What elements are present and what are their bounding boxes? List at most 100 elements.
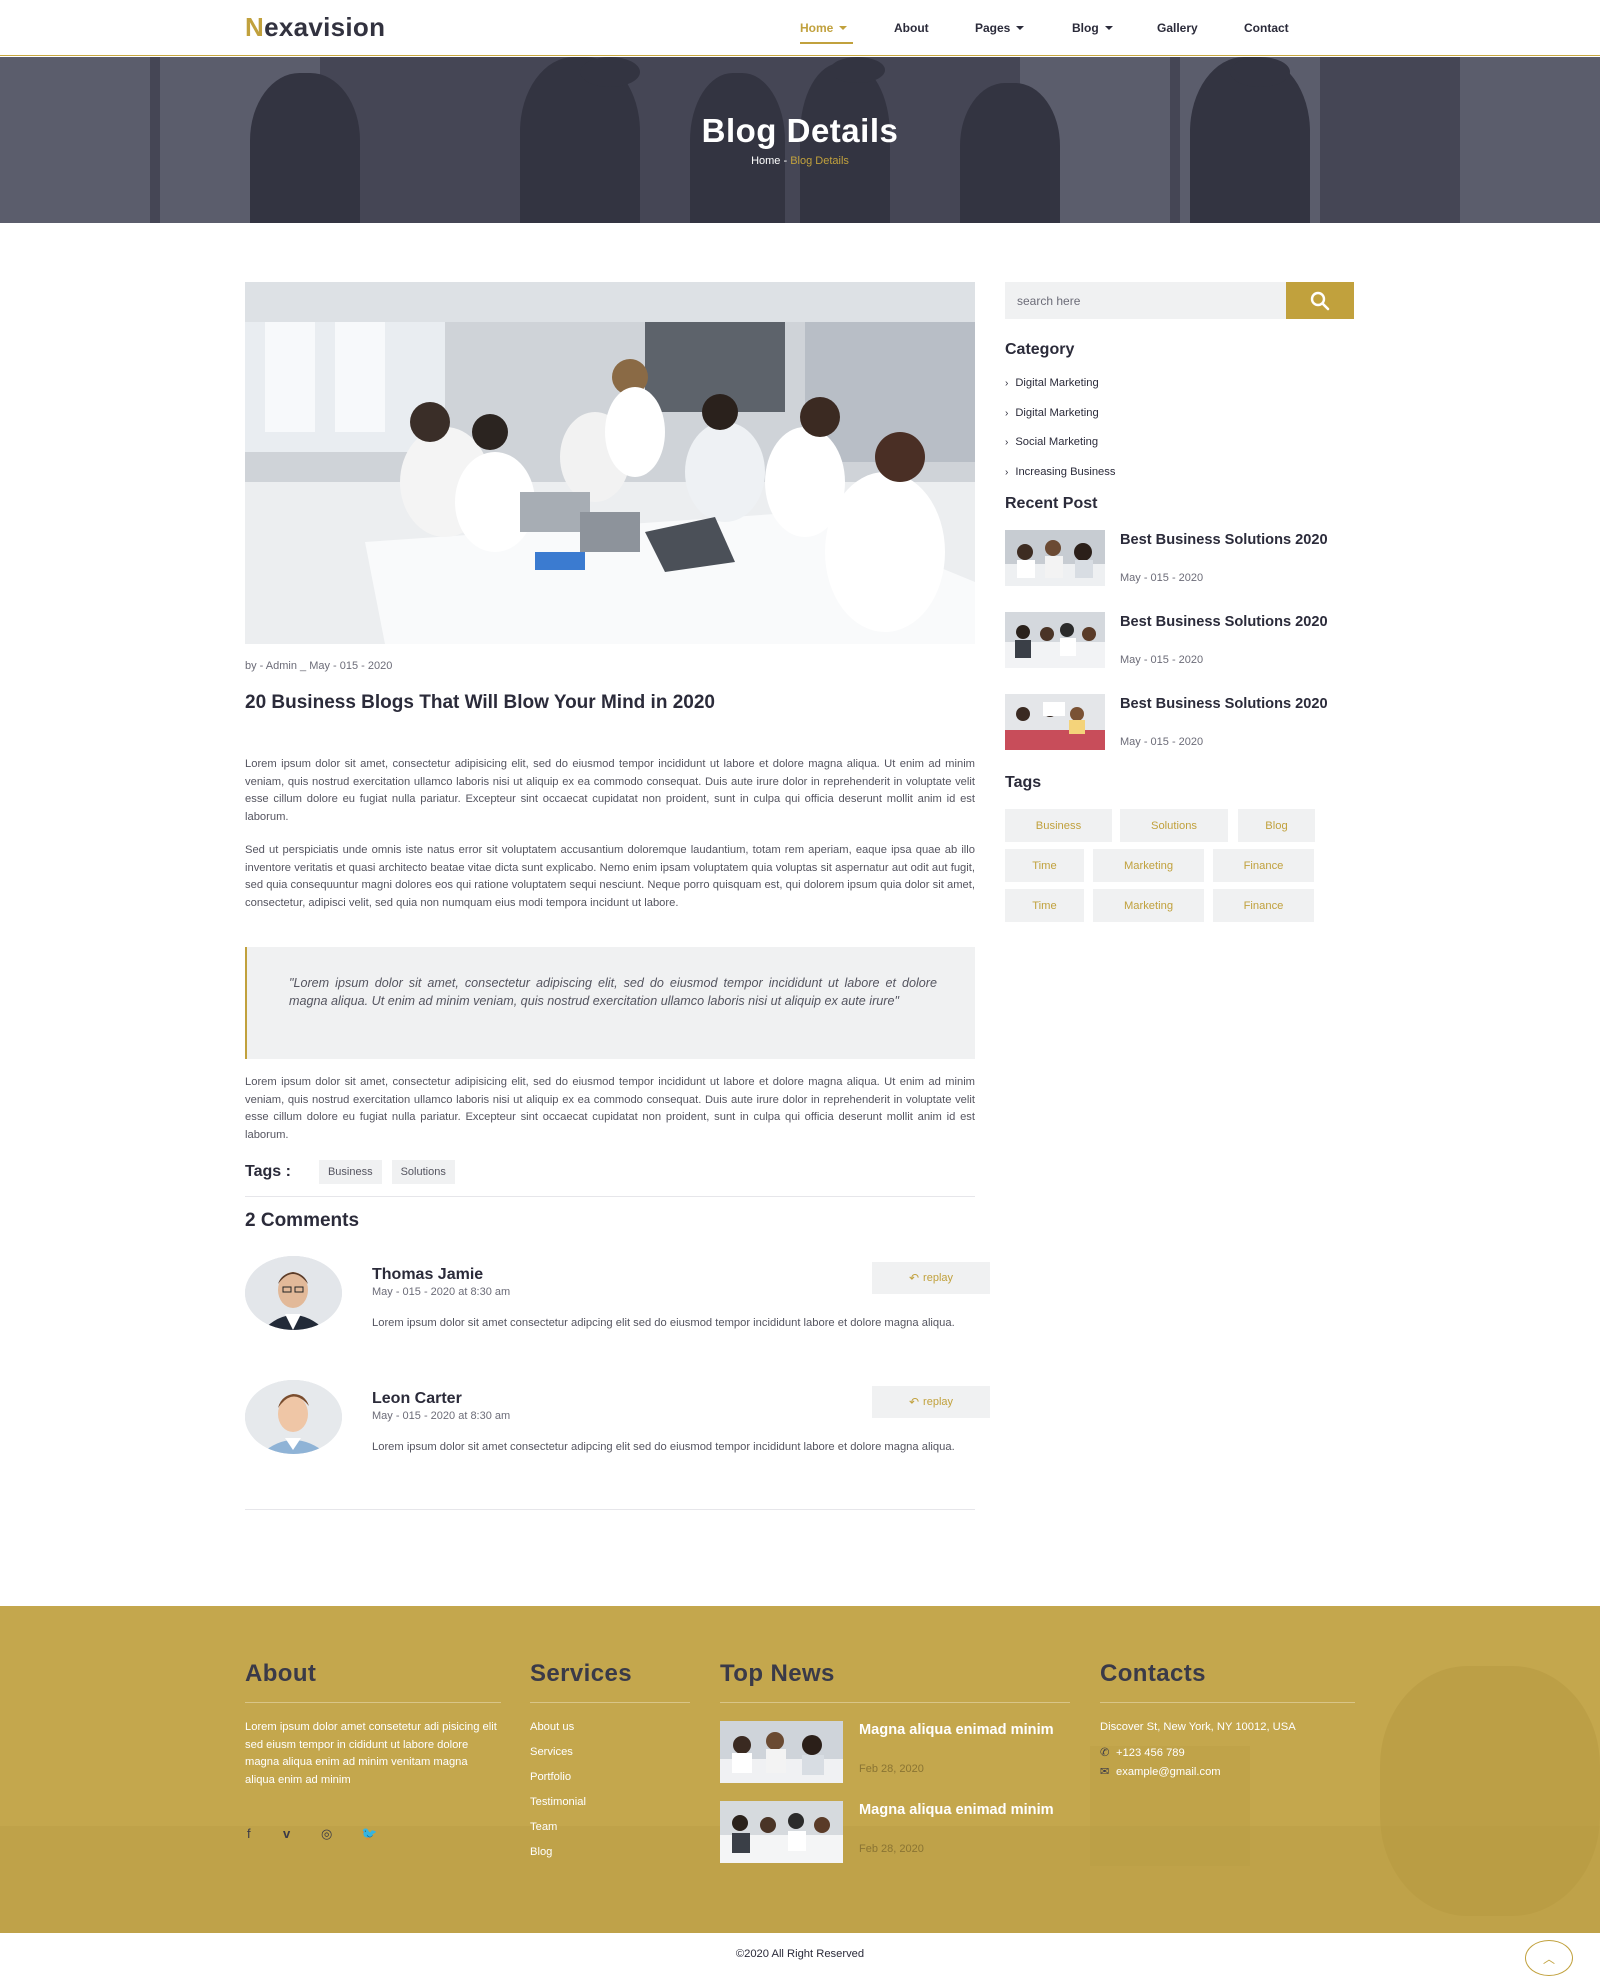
news-title: Magna aliqua enimad minim <box>859 1802 1054 1818</box>
search-box <box>1005 282 1354 319</box>
phone-icon: ✆ <box>1100 1747 1110 1759</box>
chevron-right-icon: › <box>1005 378 1009 389</box>
reply-icon: ↶ <box>908 1271 920 1285</box>
search-button[interactable] <box>1286 282 1354 319</box>
recent-post-thumbnail <box>1005 694 1105 750</box>
tag-finance[interactable]: Finance <box>1213 889 1314 922</box>
tag-time[interactable]: Time <box>1005 849 1084 882</box>
chevron-right-icon: › <box>1005 437 1009 448</box>
category-item[interactable]: › Increasing Business <box>1005 466 1115 478</box>
article-paragraph: Lorem ipsum dolor sit amet, consectetur … <box>245 758 975 823</box>
tag-marketing[interactable]: Marketing <box>1093 889 1204 922</box>
comment-author: Thomas Jamie <box>372 1266 484 1283</box>
footer-link-about-us[interactable]: About us <box>530 1721 574 1733</box>
article-image <box>245 282 975 644</box>
tag-marketing[interactable]: Marketing <box>1093 849 1204 882</box>
facebook-icon[interactable]: f <box>247 1826 251 1841</box>
footer-news-title: Top News <box>720 1660 835 1687</box>
category-item[interactable]: › Digital Marketing <box>1005 407 1099 419</box>
nav-gallery[interactable]: Gallery <box>1157 21 1198 35</box>
nav-contact[interactable]: Contact <box>1244 21 1289 35</box>
comment-date: May - 015 - 2020 at 8:30 am <box>372 1410 511 1422</box>
comments-title: 2 Comments <box>245 1210 360 1231</box>
footer-link-blog[interactable]: Blog <box>530 1846 552 1858</box>
reply-icon: ↶ <box>908 1395 920 1409</box>
vimeo-icon[interactable]: v <box>283 1826 290 1841</box>
top-news-item[interactable]: Magna aliqua enimad minim Feb 28, 2020 <box>720 1721 1080 1783</box>
chevron-down-icon <box>1016 26 1025 30</box>
footer-services-title: Services <box>530 1660 632 1687</box>
news-thumbnail <box>720 1801 843 1863</box>
tag-business[interactable]: Business <box>1005 809 1112 842</box>
recent-post-item[interactable]: Best Business Solutions 2020 May - 015 -… <box>1005 612 1365 670</box>
divider <box>720 1702 1070 1703</box>
recent-post-date: May - 015 - 2020 <box>1120 572 1204 584</box>
breadcrumb-home[interactable]: Home <box>751 155 780 167</box>
tag-blog[interactable]: Blog <box>1238 809 1315 842</box>
tag-time[interactable]: Time <box>1005 889 1084 922</box>
reply-button[interactable]: ↶ replay <box>872 1262 990 1294</box>
page-title: Blog Details <box>701 112 899 149</box>
recent-post-title: Best Business Solutions 2020 <box>1120 614 1328 630</box>
category-item[interactable]: › Social Marketing <box>1005 436 1098 448</box>
twitter-icon[interactable]: 🐦 <box>361 1826 377 1842</box>
avatar <box>245 1380 342 1454</box>
tags-label: Tags : <box>245 1163 291 1180</box>
reply-button[interactable]: ↶ replay <box>872 1386 990 1418</box>
article-title: 20 Business Blogs That Will Blow Your Mi… <box>245 692 715 713</box>
tag-solutions[interactable]: Solutions <box>391 1160 455 1184</box>
article-paragraph: Sed ut perspiciatis unde omnis iste natu… <box>245 844 975 909</box>
footer-email[interactable]: ✉ example@gmail.com <box>1100 1765 1221 1778</box>
footer-about-text: Lorem ipsum dolor amet consetetur adi pi… <box>245 1721 497 1786</box>
footer-address: Discover St, New York, NY 10012, USA <box>1100 1721 1296 1733</box>
recent-post-title: Recent Post <box>1005 495 1098 512</box>
divider <box>245 1702 501 1703</box>
comment-text: Lorem ipsum dolor sit amet consectetur a… <box>372 1317 955 1329</box>
recent-post-title: Best Business Solutions 2020 <box>1120 696 1328 712</box>
footer-contacts-title: Contacts <box>1100 1660 1206 1687</box>
footer-link-portfolio[interactable]: Portfolio <box>530 1771 571 1783</box>
divider <box>245 1196 975 1197</box>
nav-blog[interactable]: Blog <box>1072 21 1113 35</box>
page-banner: Blog Details Home - Blog Details <box>0 57 1600 223</box>
comment-date: May - 015 - 2020 at 8:30 am <box>372 1286 511 1298</box>
copyright: ©2020 All Right Reserved <box>735 1948 865 1960</box>
news-thumbnail <box>720 1721 843 1783</box>
recent-post-thumbnail <box>1005 612 1105 668</box>
comment-text: Lorem ipsum dolor sit amet consectetur a… <box>372 1441 955 1453</box>
chevron-up-icon: ︿ <box>1542 1951 1555 1966</box>
tag-business[interactable]: Business <box>318 1160 382 1184</box>
avatar <box>245 1256 342 1330</box>
comment-item: Thomas Jamie May - 015 - 2020 at 8:30 am… <box>245 1256 990 1356</box>
tag-solutions[interactable]: Solutions <box>1120 809 1228 842</box>
envelope-icon: ✉ <box>1100 1766 1110 1778</box>
search-icon <box>1310 291 1330 310</box>
breadcrumb: Home - Blog Details <box>751 155 849 167</box>
recent-post-item[interactable]: Best Business Solutions 2020 May - 015 -… <box>1005 694 1365 752</box>
news-date: Feb 28, 2020 <box>859 1763 924 1775</box>
article-paragraph: Lorem ipsum dolor sit amet, consectetur … <box>245 1076 975 1141</box>
footer-link-testimonial[interactable]: Testimonial <box>530 1796 586 1808</box>
nav-home[interactable]: Home <box>800 21 854 44</box>
article-tags: Tags : Business Solutions <box>245 1160 465 1184</box>
footer-about-title: About <box>245 1660 317 1687</box>
back-to-top-button[interactable]: ︿ <box>1525 1940 1573 1976</box>
breadcrumb-current: Blog Details <box>790 155 849 167</box>
recent-post-thumbnail <box>1005 530 1105 586</box>
footer-link-services[interactable]: Services <box>530 1746 573 1758</box>
category-item[interactable]: › Digital Marketing <box>1005 377 1099 389</box>
recent-post-item[interactable]: Best Business Solutions 2020 May - 015 -… <box>1005 530 1365 588</box>
top-news-item[interactable]: Magna aliqua enimad minim Feb 28, 2020 <box>720 1801 1080 1863</box>
tags-title: Tags <box>1005 774 1042 791</box>
site-logo[interactable]: Nexavision <box>245 12 385 43</box>
footer-link-team[interactable]: Team <box>530 1821 557 1833</box>
divider <box>1100 1702 1355 1703</box>
nav-about[interactable]: About <box>894 21 929 35</box>
tag-finance[interactable]: Finance <box>1213 849 1314 882</box>
footer-phone: ✆ +123 456 789 <box>1100 1747 1185 1759</box>
article-meta: by - Admin _ May - 015 - 2020 <box>245 660 393 672</box>
search-input[interactable] <box>1005 282 1285 319</box>
nav-pages[interactable]: Pages <box>975 21 1025 35</box>
instagram-icon[interactable]: ◎ <box>321 1826 332 1842</box>
comment-item: Leon Carter May - 015 - 2020 at 8:30 am … <box>245 1380 990 1480</box>
